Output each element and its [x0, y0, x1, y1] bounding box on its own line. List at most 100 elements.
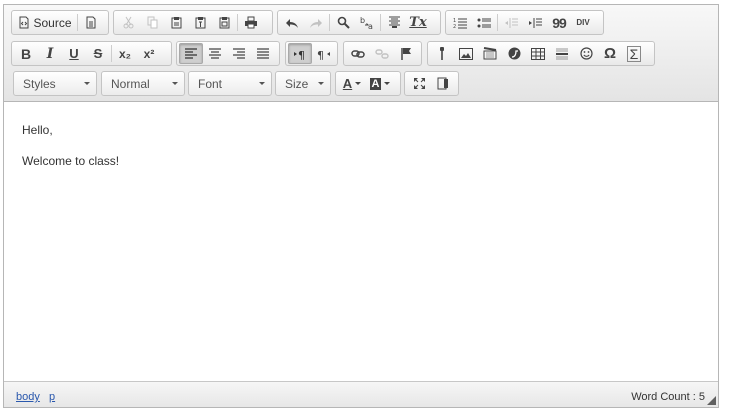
- align-center-icon: [209, 48, 221, 59]
- printer-icon: [245, 16, 257, 29]
- paragraph[interactable]: Welcome to class!: [22, 154, 700, 168]
- math-button[interactable]: Σ: [622, 43, 646, 64]
- format-dropdown[interactable]: Normal: [101, 71, 185, 96]
- blockquote-label: 99: [552, 14, 567, 31]
- resize-handle-icon[interactable]: [707, 396, 716, 405]
- size-dropdown-label: Size: [285, 76, 309, 91]
- separator: [77, 14, 78, 31]
- underline-button[interactable]: U: [62, 43, 86, 64]
- strikethrough-button[interactable]: S: [86, 43, 110, 64]
- insert-flash-button[interactable]: [478, 43, 502, 64]
- chevron-down-icon: [84, 82, 90, 85]
- show-blocks-button[interactable]: [431, 73, 455, 94]
- background-color-button[interactable]: A: [366, 73, 394, 94]
- special-char-button[interactable]: Ω: [598, 43, 622, 64]
- editor-content[interactable]: Hello, Welcome to class!: [4, 103, 718, 381]
- remove-format-button[interactable]: Tx: [406, 12, 430, 33]
- justify-button[interactable]: [251, 43, 275, 64]
- print-button[interactable]: [239, 12, 263, 33]
- underline-label: U: [69, 46, 79, 61]
- paste-text-button[interactable]: [188, 12, 212, 33]
- unlink-icon: [375, 48, 389, 59]
- insert-image-button[interactable]: [454, 43, 478, 64]
- cut-button[interactable]: [116, 12, 140, 33]
- insert-group: Ω Σ: [427, 41, 655, 66]
- paste-button[interactable]: [164, 12, 188, 33]
- bold-button[interactable]: B: [14, 43, 38, 64]
- new-page-icon: [86, 16, 96, 29]
- italic-button[interactable]: I: [38, 43, 62, 64]
- paste-text-icon: [195, 17, 205, 29]
- align-center-button[interactable]: [203, 43, 227, 64]
- paste-from-word-button[interactable]: [212, 12, 236, 33]
- smiley-button[interactable]: [574, 43, 598, 64]
- anchor-button[interactable]: [394, 43, 418, 64]
- insert-form-button[interactable]: [430, 43, 454, 64]
- link-button[interactable]: [346, 43, 370, 64]
- div-label: DIV: [576, 17, 590, 27]
- bulleted-list-button[interactable]: [472, 12, 496, 33]
- rtl-button[interactable]: ¶: [312, 43, 336, 64]
- smiley-icon: [579, 47, 593, 60]
- ltr-icon: ¶: [294, 49, 305, 60]
- source-icon: [19, 16, 29, 29]
- path-p-link[interactable]: p: [49, 391, 55, 403]
- separator: [237, 14, 238, 31]
- chevron-down-icon: [355, 82, 362, 85]
- undo-button[interactable]: [280, 12, 304, 33]
- insert-table-button[interactable]: [526, 43, 550, 64]
- ltr-button[interactable]: ¶: [288, 43, 312, 64]
- unlink-button[interactable]: [370, 43, 394, 64]
- paste-icon: [171, 17, 181, 29]
- justify-icon: [257, 48, 269, 59]
- bg-color-label: A: [369, 77, 382, 90]
- find-button[interactable]: [331, 12, 355, 33]
- maximize-button[interactable]: [407, 73, 431, 94]
- chevron-down-icon: [172, 82, 178, 85]
- superscript-button[interactable]: x²: [137, 43, 161, 64]
- search-icon: [337, 16, 350, 29]
- numbered-list-icon: 12: [453, 18, 467, 29]
- source-button[interactable]: Source: [14, 12, 76, 33]
- increase-indent-button[interactable]: [523, 12, 547, 33]
- sigma-label: Σ: [626, 45, 642, 62]
- path-body-link[interactable]: body: [16, 391, 40, 403]
- create-div-button[interactable]: DIV: [571, 12, 595, 33]
- rich-text-editor: Source b a Tx 1 2 99 DIV B I U S x₂ x² ¶…: [3, 4, 719, 408]
- maximize-icon: [413, 78, 425, 89]
- image-icon: [459, 47, 473, 60]
- numbered-list-button[interactable]: 12: [448, 12, 472, 33]
- redo-icon: [310, 18, 322, 28]
- decrease-indent-button[interactable]: [499, 12, 523, 33]
- separator: [329, 14, 330, 31]
- show-blocks-icon: [437, 77, 448, 90]
- replace-button[interactable]: ba: [355, 12, 379, 33]
- horizontal-line-button[interactable]: [550, 43, 574, 64]
- source-label: Source: [33, 15, 72, 30]
- text-color-button[interactable]: A: [338, 73, 366, 94]
- flash-icon: [508, 47, 520, 60]
- styles-dropdown[interactable]: Styles: [13, 71, 97, 96]
- font-dropdown[interactable]: Font: [188, 71, 272, 96]
- new-page-button[interactable]: [79, 12, 103, 33]
- align-right-button[interactable]: [227, 43, 251, 64]
- superscript-label: x²: [143, 46, 155, 61]
- film-icon: [483, 47, 497, 60]
- size-dropdown[interactable]: Size: [275, 71, 331, 96]
- redo-button[interactable]: [304, 12, 328, 33]
- links-group: [343, 41, 422, 66]
- editing-group: ba Tx: [277, 10, 441, 35]
- paragraph[interactable]: Hello,: [22, 123, 700, 137]
- select-all-button[interactable]: [382, 12, 406, 33]
- insert-smile-flash-button[interactable]: [502, 43, 526, 64]
- editor-toolbar: Source b a Tx 1 2 99 DIV B I U S x₂ x² ¶…: [4, 5, 718, 102]
- subscript-button[interactable]: x₂: [113, 43, 137, 64]
- copy-button[interactable]: [140, 12, 164, 33]
- bold-label: B: [20, 45, 32, 62]
- separator: [111, 45, 112, 62]
- select-all-icon: [388, 16, 400, 28]
- align-left-icon: [185, 48, 197, 59]
- align-left-button[interactable]: [179, 43, 203, 64]
- tools-group: [404, 71, 459, 96]
- blockquote-button[interactable]: 99: [547, 12, 571, 33]
